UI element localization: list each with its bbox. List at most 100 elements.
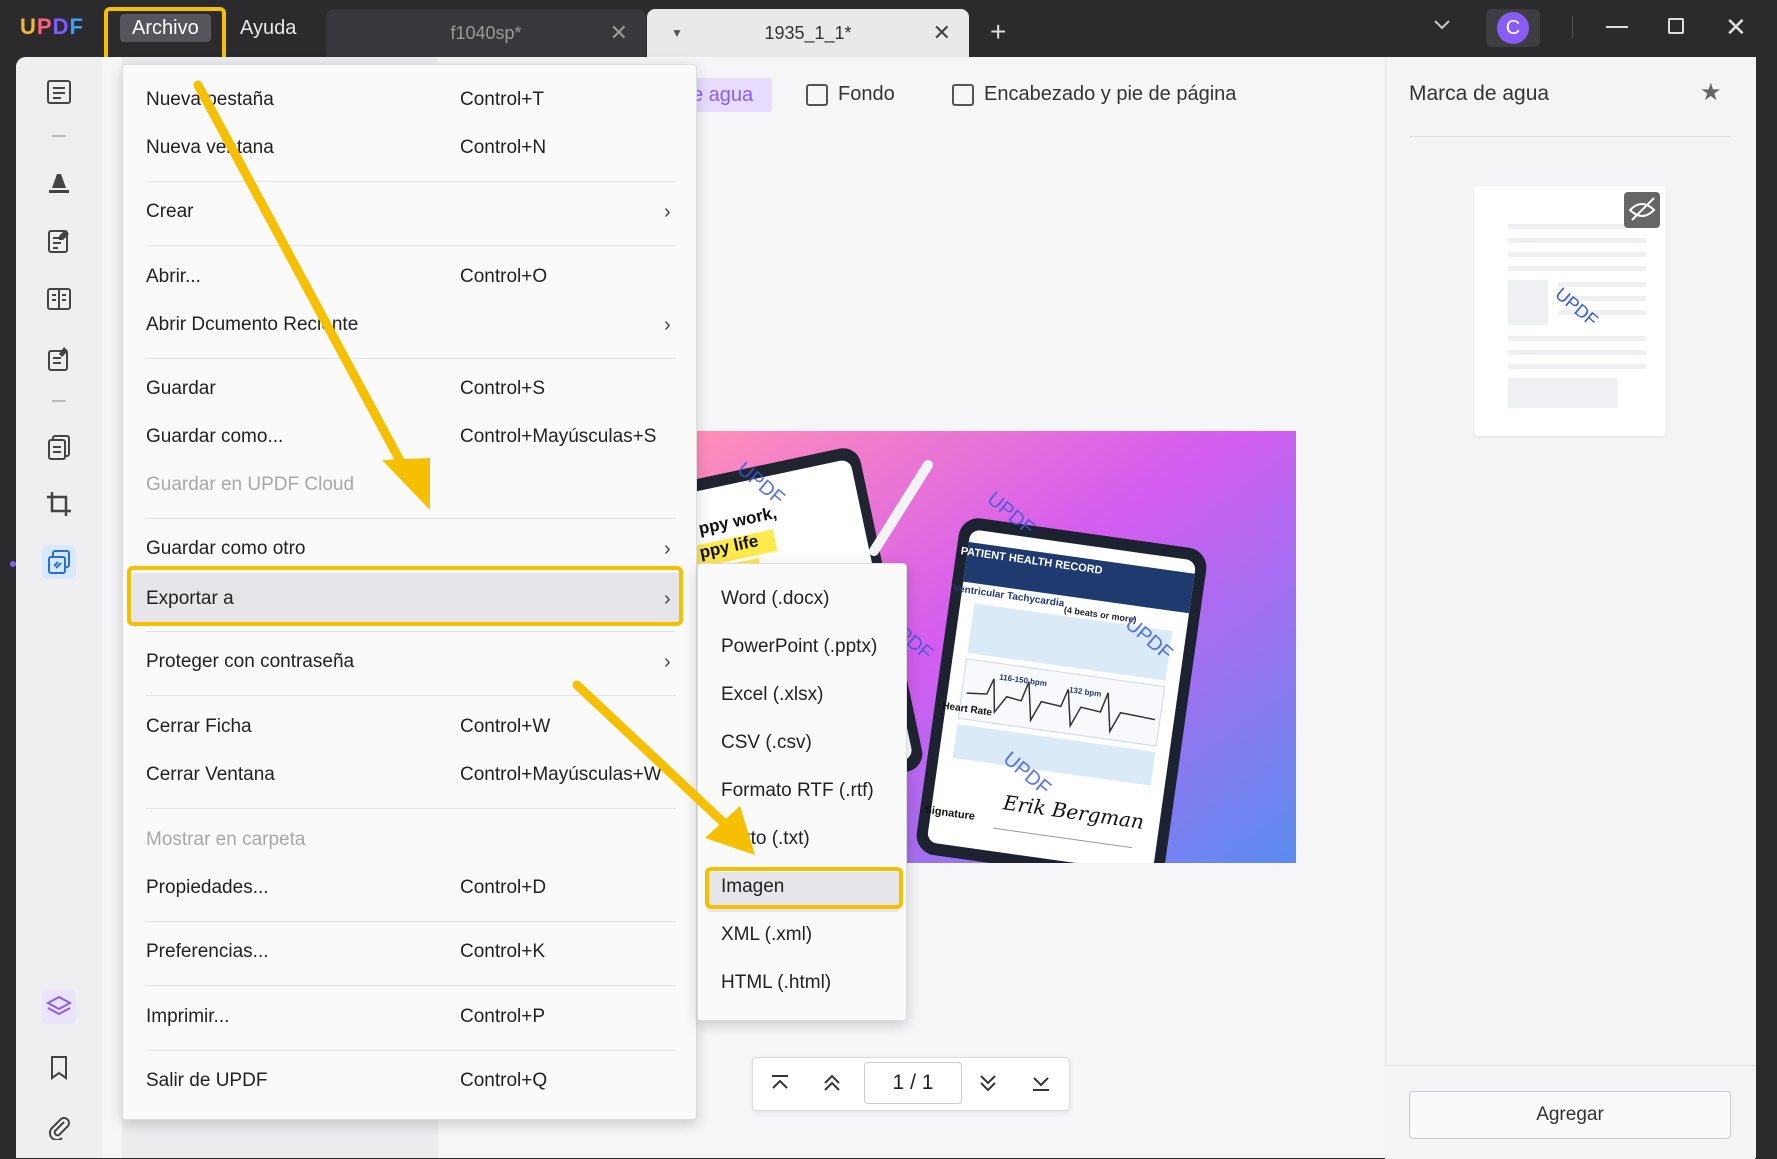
menu-separator [146, 358, 676, 359]
menu-item-abrir[interactable]: Abrir... [146, 263, 201, 291]
add-button[interactable]: Agregar [1409, 1091, 1731, 1139]
left-separator [52, 135, 66, 137]
active-indicator [10, 561, 16, 567]
shortcut: Control+K [460, 941, 546, 962]
shortcut: Control+Q [460, 1070, 548, 1091]
export-rtf[interactable]: Formato RTF (.rtf) [721, 777, 874, 805]
export-excel[interactable]: Excel (.xlsx) [721, 681, 823, 709]
export-word[interactable]: Word (.docx) [721, 585, 829, 613]
shortcut: Control+S [460, 378, 546, 399]
submenu-arrow-icon: › [664, 314, 671, 336]
shortcut: Control+T [460, 89, 544, 110]
shortcut: Control+P [460, 1006, 546, 1027]
menu-item-salir[interactable]: Salir de UPDF [146, 1067, 267, 1095]
menu-item-cerrar-ficha[interactable]: Cerrar Ficha [146, 713, 252, 741]
last-page-icon[interactable] [1029, 1071, 1053, 1095]
export-txt[interactable]: Texto (.txt) [721, 825, 810, 853]
shortcut: Control+W [460, 716, 551, 737]
chevron-down-icon[interactable] [1432, 14, 1452, 34]
menu-item-guardar[interactable]: Guardar [146, 375, 216, 403]
menu-ayuda[interactable]: Ayuda [228, 14, 308, 42]
menu-separator [146, 245, 676, 246]
submenu-arrow-icon: › [664, 201, 671, 223]
menu-separator [146, 808, 676, 809]
menu-item-nueva-pestana[interactable]: Nueva pestaña [146, 86, 274, 114]
menu-separator [146, 985, 676, 986]
export-powerpoint[interactable]: PowerPoint (.pptx) [721, 633, 877, 661]
thumb-watermark-text: UPDF [1551, 284, 1601, 331]
current-page: 1 [892, 1071, 905, 1094]
menu-separator [146, 1050, 676, 1051]
menu-item-abrir-reciente[interactable]: Abrir Dcumento Reciente [146, 311, 358, 339]
background-icon [806, 83, 828, 106]
submenu-arrow-icon: › [664, 651, 671, 673]
left-separator [52, 400, 66, 402]
close-tab-icon[interactable]: ✕ [933, 9, 951, 57]
close-window-icon[interactable]: ✕ [1725, 12, 1747, 43]
attachment-icon[interactable] [42, 1110, 76, 1144]
menu-item-guardar-como[interactable]: Guardar como... [146, 423, 283, 451]
next-page-icon[interactable] [976, 1071, 1000, 1095]
menu-item-nueva-ventana[interactable]: Nueva ventana [146, 134, 274, 162]
panel-divider [1409, 136, 1731, 137]
reader-icon[interactable] [42, 75, 76, 109]
menu-item-cerrar-ventana[interactable]: Cerrar Ventana [146, 761, 275, 789]
export-html[interactable]: HTML (.html) [721, 969, 831, 997]
menu-separator [146, 631, 676, 632]
highlight-exportar [127, 566, 683, 626]
menu-item-guardar-como-otro[interactable]: Guardar como otro [146, 535, 305, 563]
close-tab-icon[interactable]: ✕ [610, 9, 628, 57]
shortcut: Control+D [460, 877, 547, 898]
background-tool[interactable]: Fondo [806, 83, 895, 106]
header-footer-tool-label: Encabezado y pie de página [984, 83, 1237, 105]
background-tool-label: Fondo [838, 83, 895, 105]
titlebar-divider [1572, 16, 1573, 38]
new-tab-plus-icon[interactable]: + [990, 16, 1006, 48]
menu-item-preferencias[interactable]: Preferencias... [146, 938, 269, 966]
shortcut: Control+Mayúsculas+W [460, 764, 662, 785]
maximize-icon[interactable] [1668, 18, 1684, 34]
watermark-thumbnail[interactable]: UPDF [1474, 186, 1666, 436]
previous-page-icon[interactable] [820, 1071, 844, 1095]
total-pages: 1 [921, 1071, 934, 1094]
form-icon[interactable] [42, 282, 76, 316]
page-separator: / [910, 1071, 916, 1094]
updf-logo: UPDF [20, 14, 84, 39]
header-footer-tool[interactable]: Encabezado y pie de página [952, 83, 1236, 106]
shortcut: Control+Mayúsculas+S [460, 426, 657, 447]
tab-label: 1935_1_1* [764, 23, 852, 43]
hide-eye-icon[interactable] [1653, 200, 1675, 222]
menu-item-imprimir[interactable]: Imprimir... [146, 1003, 229, 1031]
avatar[interactable]: C [1486, 9, 1540, 47]
tab-f1040sp[interactable]: f1040sp* ✕ [326, 9, 646, 57]
sign-icon[interactable] [42, 342, 76, 376]
menu-separator [146, 921, 676, 922]
edit-pdf-icon[interactable] [42, 224, 76, 258]
menu-separator [146, 181, 676, 182]
menu-item-propiedades[interactable]: Propiedades... [146, 874, 269, 902]
tab-1935[interactable]: ▼ 1935_1_1* ✕ [647, 9, 969, 57]
export-xml[interactable]: XML (.xml) [721, 921, 812, 949]
organize-pages-icon[interactable] [42, 430, 76, 464]
page-number-box[interactable]: 1 / 1 [864, 1062, 962, 1104]
avatar-letter: C [1497, 12, 1529, 44]
header-footer-icon [952, 83, 974, 106]
menu-item-proteger[interactable]: Proteger con contraseña [146, 648, 354, 676]
minimize-icon[interactable] [1606, 26, 1628, 28]
submenu-arrow-icon: › [664, 538, 671, 560]
highlighter-icon[interactable] [42, 165, 76, 199]
layers-icon[interactable] [42, 990, 76, 1024]
menu-item-guardar-cloud: Guardar en UPDF Cloud [146, 474, 355, 495]
shortcut: Control+N [460, 137, 547, 158]
panel-title: Marca de agua [1409, 82, 1550, 105]
highlight-archivo [104, 7, 226, 63]
favorite-star-icon[interactable]: ★ [1700, 78, 1722, 107]
export-csv[interactable]: CSV (.csv) [721, 729, 812, 757]
menu-separator [146, 695, 676, 696]
watermark-tool-chip[interactable]: e agua [690, 78, 772, 112]
bookmark-icon[interactable] [42, 1051, 76, 1085]
first-page-icon[interactable] [768, 1071, 792, 1095]
crop-icon[interactable] [42, 487, 76, 521]
tools-icon[interactable] [42, 545, 76, 579]
menu-item-crear[interactable]: Crear [146, 198, 194, 226]
